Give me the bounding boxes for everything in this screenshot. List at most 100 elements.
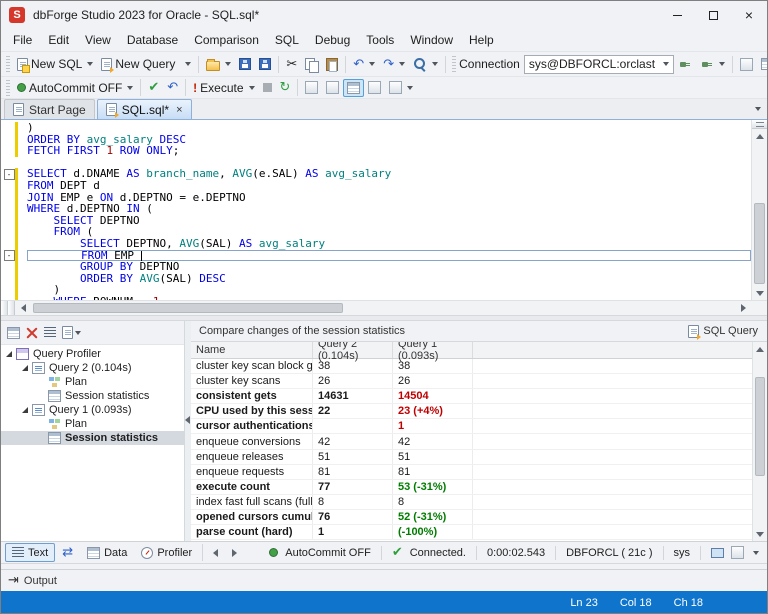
scroll-down-button[interactable] [753,527,767,541]
delete-result-button[interactable] [24,325,40,341]
tree-expander-icon[interactable] [20,405,30,415]
profiler-mode-toggle[interactable] [343,78,365,97]
fold-collapse-icon[interactable] [3,250,15,262]
execute-button[interactable]: ! Execute [189,78,258,98]
code-line-9[interactable]: SELECT DEPTNO [3,214,751,227]
sql-query-button[interactable]: SQL Query [683,324,763,340]
code-lines[interactable]: ) ORDER BY avg_salary DESC FETCH FIRST 1 R… [1,120,751,300]
results-pane-button[interactable] [322,78,343,97]
save-button[interactable] [235,55,255,73]
scroll-right-button[interactable] [735,301,751,315]
rollback-button[interactable]: ↶ [163,78,182,97]
code-line-3[interactable]: FETCH FIRST 1 ROW ONLY; [3,145,751,157]
commit-button[interactable]: ✔ [144,78,163,97]
menu-tools[interactable]: Tools [358,31,402,49]
hsplit-grip[interactable] [8,301,15,315]
stats-column-header[interactable]: Query 2 (0.104s) [313,342,393,362]
tree-item-query-1-0-093s-[interactable]: Query 1 (0.093s) [1,403,184,417]
next-result-button[interactable] [225,543,244,562]
scroll-up-button[interactable] [752,129,767,143]
tab-close-icon[interactable]: × [176,104,182,116]
save-all-button[interactable] [255,55,275,73]
editor-vertical-scrollbar[interactable] [751,120,767,300]
query-profiling-mode-button[interactable]: ↻ [276,78,295,97]
document-map-button[interactable] [736,55,757,74]
data-grid-button[interactable] [757,55,767,73]
stats-row[interactable]: consistent gets 14631 14504 [191,389,752,405]
stats-column-header[interactable]: Query 1 (0.093s) [393,342,473,362]
close-button[interactable]: × [731,1,767,29]
scroll-thumb[interactable] [754,203,765,284]
menu-debug[interactable]: Debug [307,31,358,49]
menu-comparison[interactable]: Comparison [186,31,267,49]
stats-row[interactable]: opened cursors cumulative7652 (-31%) [191,509,752,526]
menu-window[interactable]: Window [402,31,461,49]
code-line-14[interactable]: ORDER BY AVG(SAL) DESC [3,272,751,285]
stats-row[interactable]: enqueue conversions 42 42 [191,434,752,450]
tree-item-plan[interactable]: Plan [1,375,184,389]
sql-editor[interactable]: ) ORDER BY avg_salary DESC FETCH FIRST 1 R… [1,120,767,315]
undo-button[interactable]: ↶ [349,55,379,74]
stats-row[interactable]: cursor authentications 1 [191,419,752,435]
tree-expander-icon[interactable] [20,363,30,373]
menu-edit[interactable]: Edit [40,31,77,49]
connection-combobox[interactable]: sys@DBFORCL:orclast [523,54,674,74]
scroll-left-button[interactable] [15,301,31,315]
swap-layout-button[interactable]: ⇄ [55,543,80,562]
view-text-button[interactable]: Text [5,543,56,562]
clear-results-button[interactable] [42,325,58,340]
tab-list-dropdown[interactable] [755,107,761,111]
maximize-button[interactable] [695,1,731,29]
collapse-pane-icon[interactable] [185,416,190,424]
minimize-button[interactable] [659,1,695,29]
new-sql-button[interactable]: New SQL [13,54,97,74]
cut-button[interactable]: ✂ [282,55,301,74]
stop-execution-button[interactable] [259,80,276,95]
fold-collapse-icon[interactable] [3,168,15,180]
tab-start-page[interactable]: Start Page [4,99,95,119]
tree-item-session-statistics[interactable]: Session statistics [1,389,184,403]
tree-item-plan[interactable]: Plan [1,417,184,431]
scroll-thumb[interactable] [755,376,765,476]
layout-icon[interactable] [731,546,744,559]
toolbar-grip[interactable] [6,79,10,96]
view-data-button[interactable]: Data [80,543,134,562]
tree-item-session-statistics[interactable]: Session statistics [1,431,184,445]
new-document-dropdown[interactable] [179,59,195,69]
stats-row[interactable]: execute count 77 53 (-31%) [191,479,752,495]
tab-sql-sql[interactable]: SQL.sql* × [96,99,192,119]
editor-split-grip[interactable] [752,120,767,129]
tree-item-query-profiler[interactable]: Query Profiler [1,347,184,361]
stats-vertical-scrollbar[interactable] [752,342,767,541]
view-profiler-button[interactable]: Profiler [134,543,199,562]
report-button[interactable] [60,324,83,341]
menu-sql[interactable]: SQL [267,31,307,49]
stats-row[interactable]: enqueue releases 51 51 [191,449,752,465]
menu-file[interactable]: File [5,31,40,49]
tree-item-query-2-0-104s-[interactable]: Query 2 (0.104s) [1,361,184,375]
menu-help[interactable]: Help [461,31,502,49]
scroll-down-button[interactable] [752,286,767,300]
redo-button[interactable]: ↷ [379,55,409,74]
scroll-track[interactable] [31,301,735,315]
scroll-track[interactable] [753,356,767,527]
paste-button[interactable] [322,55,342,74]
toolbar-grip[interactable] [6,56,10,72]
stats-row[interactable]: index fast full scans (full) 8 8 [191,494,752,510]
stats-row[interactable]: enqueue requests 81 81 [191,464,752,480]
chevron-down-icon[interactable] [753,550,759,555]
copy-button[interactable] [301,55,322,74]
editor-horizontal-scrollbar[interactable] [1,300,767,315]
code-line-5[interactable]: SELECT d.DNAME AS branch_name, AVG(e.SAL… [3,168,751,180]
results-window-button[interactable] [301,78,322,97]
autocommit-status-label[interactable]: AutoCommit OFF [285,547,371,559]
stats-row[interactable]: cluster key scan block gets3838 [191,359,752,375]
stats-row[interactable]: cluster key scans 26 26 [191,374,752,390]
scroll-up-button[interactable] [753,342,767,356]
new-query-button[interactable]: New Query [97,54,179,74]
stats-row[interactable]: CPU used by this session2223 (+4%) [191,404,752,420]
autocommit-toggle[interactable]: AutoCommit OFF [13,78,137,98]
profiling-result-button[interactable] [5,325,22,341]
connect-button[interactable] [674,54,696,74]
layout-grid-button[interactable] [364,78,385,97]
